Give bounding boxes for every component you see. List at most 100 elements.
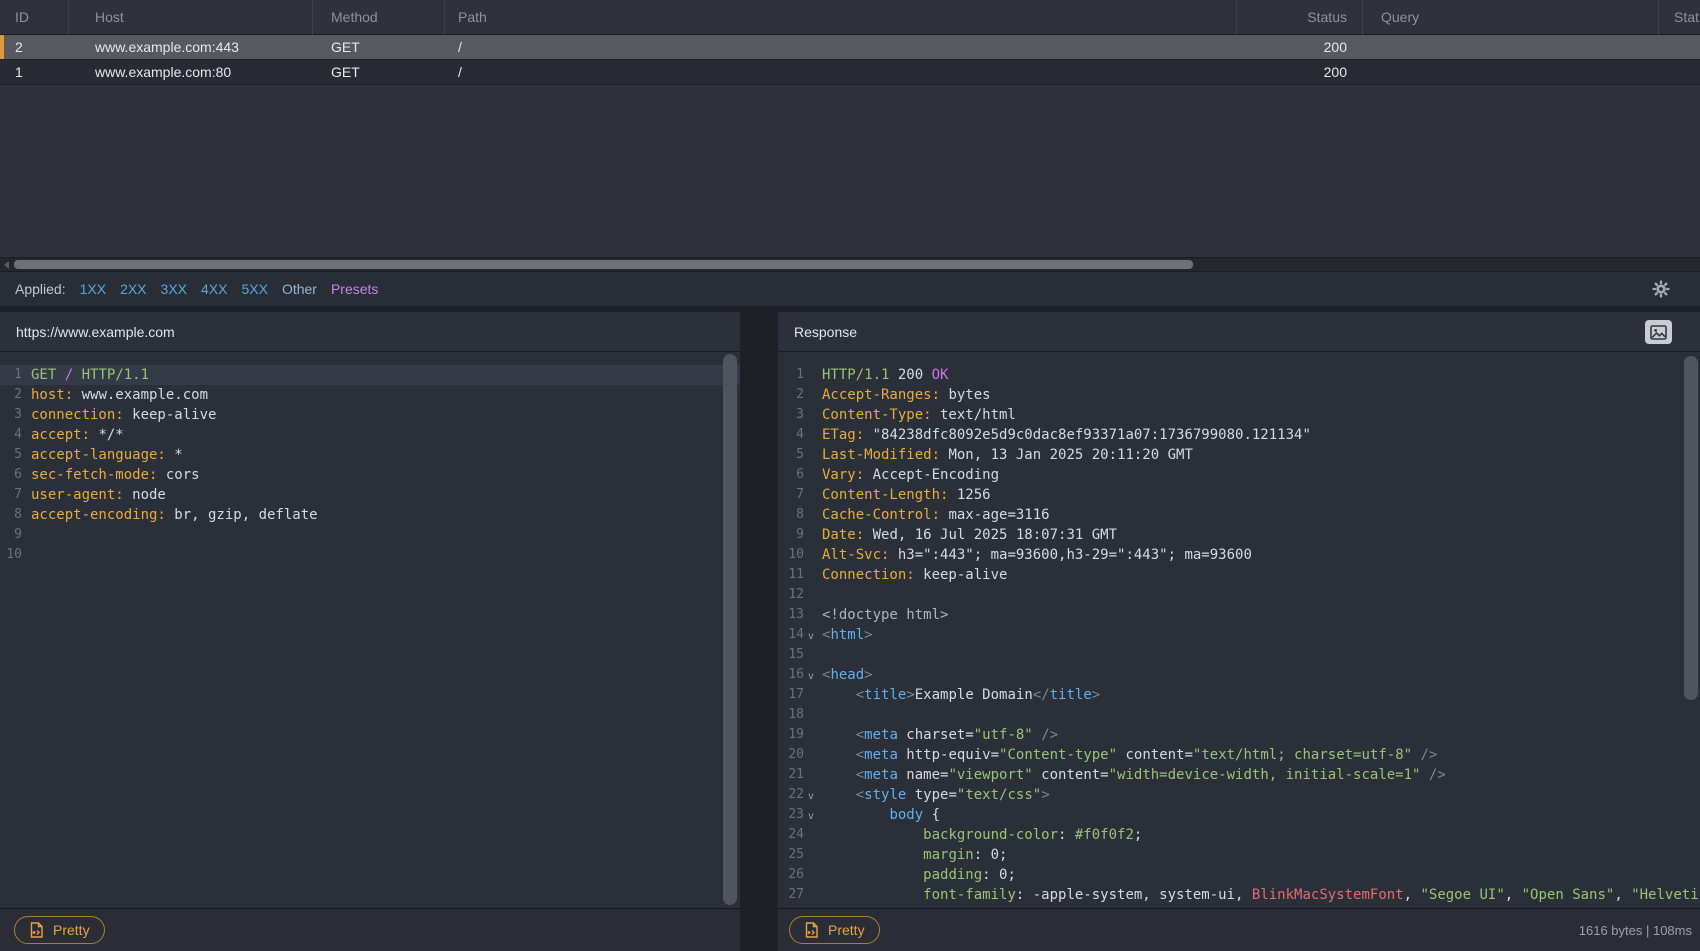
cell-method: GET [331,35,360,60]
line-number: 4 [0,425,22,445]
column-header-stat[interactable]: Stat [1674,0,1699,35]
column-divider[interactable] [1362,0,1363,35]
line-number: 5 [778,445,804,465]
response-pretty-button[interactable]: Pretty [789,916,880,944]
column-divider[interactable] [312,0,313,35]
column-header-path[interactable]: Path [458,0,487,35]
fold-gutter [804,485,822,505]
code-file-icon [804,922,819,938]
filter-presets[interactable]: Presets [331,281,378,297]
fold-gutter [804,645,822,665]
table-horizontal-scrollbar[interactable] [0,257,1700,271]
code-line: 4ETag: "84238dfc8092e5d9c0dac8ef93371a07… [778,425,1700,445]
line-number: 18 [778,705,804,725]
filter-2xx[interactable]: 2XX [120,281,146,297]
fold-toggle-icon[interactable]: v [804,665,822,685]
request-editor[interactable]: 1GET / HTTP/1.12host: www.example.com3co… [0,352,740,908]
line-number: 11 [778,565,804,585]
line-number: 22 [778,785,804,805]
line-number: 15 [778,645,804,665]
column-header-host[interactable]: Host [95,0,124,35]
code-line: 1GET / HTTP/1.1 [0,365,740,385]
table-row[interactable]: 2www.example.com:443GET/200 [0,35,1700,60]
line-number: 9 [0,525,22,545]
code-line: 7Content-Length: 1256 [778,485,1700,505]
line-number: 19 [778,725,804,745]
column-divider[interactable] [444,0,445,35]
column-header-method[interactable]: Method [331,0,378,35]
pretty-label: Pretty [53,922,90,938]
cell-id: 2 [15,35,23,60]
code-line: 10Alt-Svc: h3=":443"; ma=93600,h3-29=":4… [778,545,1700,565]
code-line: 15 [778,645,1700,665]
code-line: 5Last-Modified: Mon, 13 Jan 2025 20:11:2… [778,445,1700,465]
column-header-id[interactable]: ID [15,0,29,35]
line-number: 1 [0,365,22,385]
response-toolbar: Pretty 1616 bytes | 108ms [778,908,1700,951]
code-line: 17 <title>Example Domain</title> [778,685,1700,705]
column-header-status[interactable]: Status [1236,0,1347,35]
filter-3xx[interactable]: 3XX [161,281,187,297]
fold-gutter [804,725,822,745]
filter-other[interactable]: Other [282,281,317,297]
cell-status: 200 [1236,35,1347,60]
fold-gutter [804,385,822,405]
line-number: 1 [778,365,804,385]
fold-toggle-icon[interactable]: v [804,625,822,645]
line-number: 8 [778,505,804,525]
filter-5xx[interactable]: 5XX [241,281,267,297]
fold-gutter [804,825,822,845]
code-line: 5accept-language: * [0,445,740,465]
filter-1xx[interactable]: 1XX [80,281,106,297]
response-title: Response [794,324,857,340]
code-line: 13<!doctype html> [778,605,1700,625]
line-number: 14 [778,625,804,645]
code-line: 19 <meta charset="utf-8" /> [778,725,1700,745]
gear-icon [1652,280,1670,298]
response-editor[interactable]: 1HTTP/1.1 200 OK2Accept-Ranges: bytes3Co… [778,352,1700,908]
response-preview-button[interactable] [1645,320,1672,344]
line-number: 7 [778,485,804,505]
code-line: 6sec-fetch-mode: cors [0,465,740,485]
code-line: 1HTTP/1.1 200 OK [778,365,1700,385]
request-pretty-button[interactable]: Pretty [14,916,105,944]
line-number: 7 [0,485,22,505]
request-editor-scrollbar[interactable] [723,354,737,905]
cell-id: 1 [15,60,23,85]
request-code: 1GET / HTTP/1.12host: www.example.com3co… [0,365,740,565]
filter-bar: Applied: 1XX2XX3XX4XX5XXOtherPresets [0,271,1700,306]
code-line: 2Accept-Ranges: bytes [778,385,1700,405]
line-number: 26 [778,865,804,885]
http-history-app: IDHostMethodPathStatusQueryStat 2www.exa… [0,0,1700,951]
line-number: 27 [778,885,804,905]
arrow-left-icon[interactable] [4,261,9,269]
filter-links: 1XX 2XX 3XX 4XX 5XX Other Presets [80,281,379,297]
code-line: 11Connection: keep-alive [778,565,1700,585]
column-divider[interactable] [1658,0,1659,35]
fold-toggle-icon[interactable]: v [804,805,822,825]
code-line: 25 margin: 0; [778,845,1700,865]
code-line: 12 [778,585,1700,605]
column-header-query[interactable]: Query [1381,0,1419,35]
code-file-icon [29,922,44,938]
line-number: 3 [778,405,804,425]
cell-host: www.example.com:80 [95,60,231,85]
line-number: 9 [778,525,804,545]
table-row[interactable]: 1www.example.com:80GET/200 [0,60,1700,85]
filter-4xx[interactable]: 4XX [201,281,227,297]
code-line: 27 font-family: -apple-system, system-ui… [778,885,1700,905]
column-divider[interactable] [68,0,69,35]
code-line: 20 <meta http-equiv="Content-type" conte… [778,745,1700,765]
fold-gutter [804,705,822,725]
code-line: 10 [0,545,740,565]
response-code: 1HTTP/1.1 200 OK2Accept-Ranges: bytes3Co… [778,365,1700,905]
scrollbar-thumb[interactable] [14,260,1193,269]
requests-table: IDHostMethodPathStatusQueryStat 2www.exa… [0,0,1700,257]
line-number: 24 [778,825,804,845]
code-line: 22v <style type="text/css"> [778,785,1700,805]
fold-gutter [804,605,822,625]
fold-toggle-icon[interactable]: v [804,785,822,805]
filter-settings-button[interactable] [1652,280,1670,298]
response-editor-scrollbar[interactable] [1684,356,1698,700]
response-pane-header: Response [778,312,1700,352]
